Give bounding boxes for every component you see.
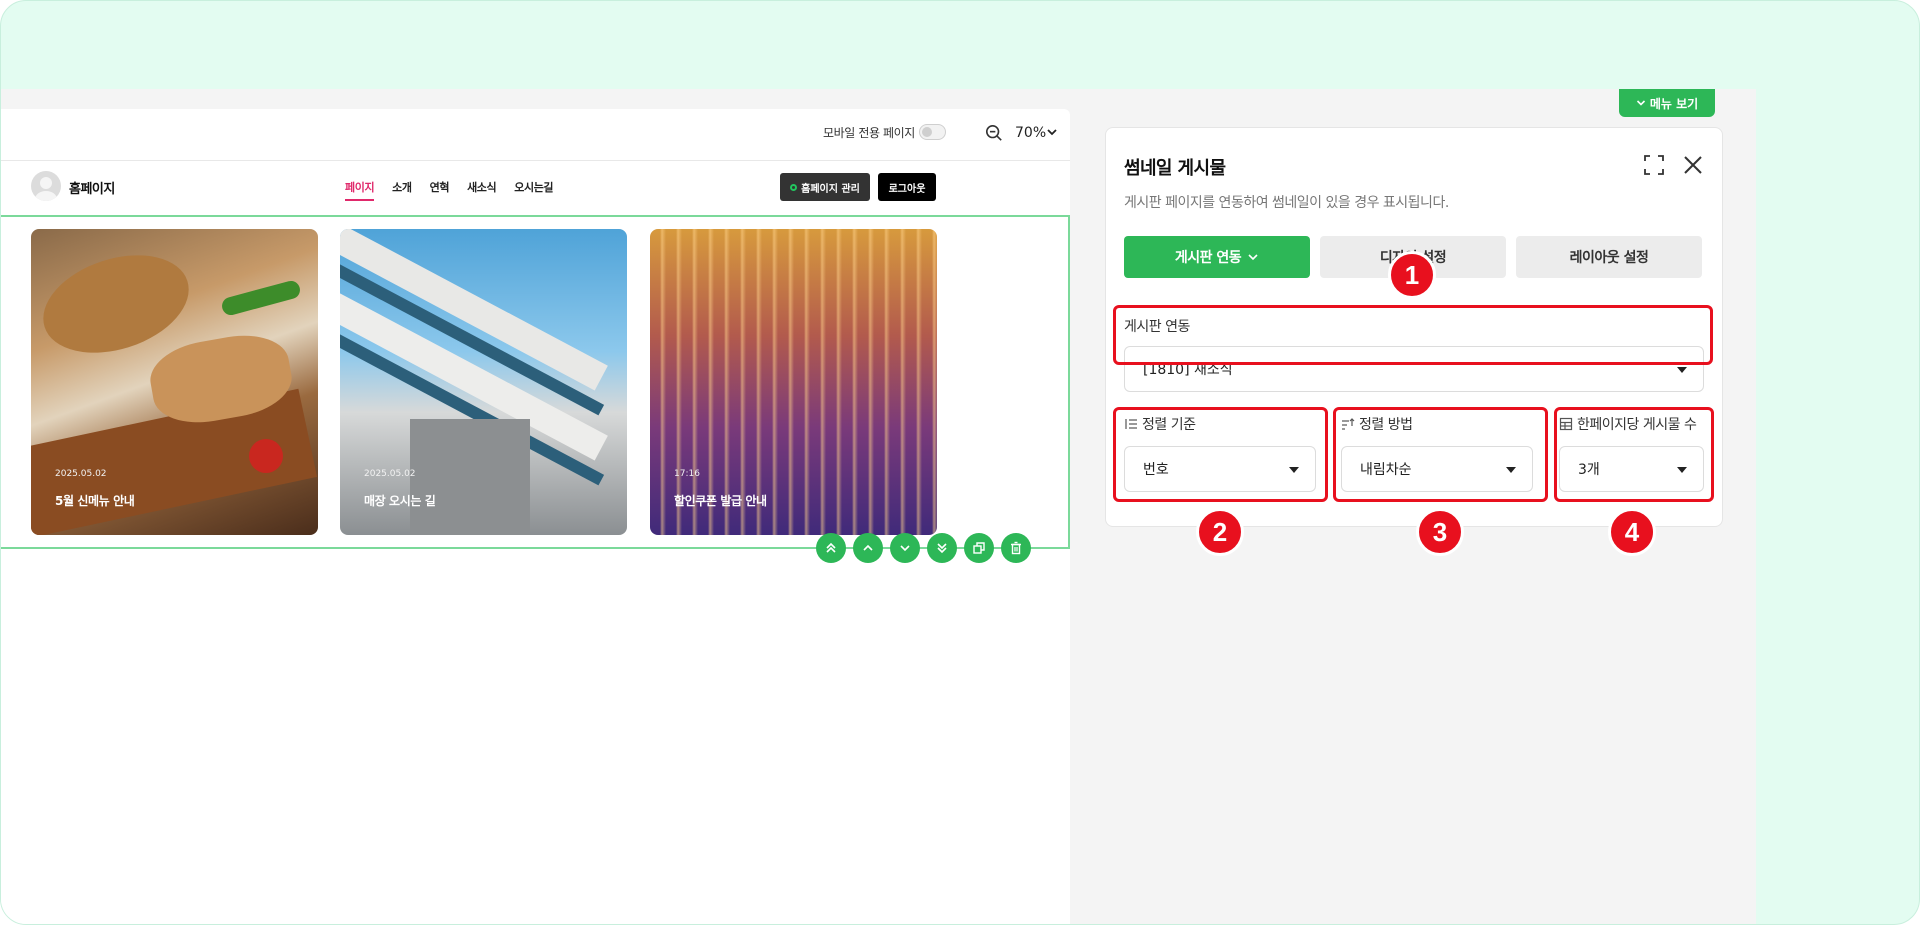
canvas-toolbar: 모바일 전용 페이지 70% xyxy=(1,109,1070,161)
site-header: 홈페이지 페이지 소개 연혁 새소식 오시는길 홈페이지 관리 로그아웃 xyxy=(1,161,1070,215)
homepage-manage-button[interactable]: 홈페이지 관리 xyxy=(780,173,870,201)
thumbnail-card[interactable]: 17:16 할인쿠폰 발급 안내 xyxy=(650,229,937,535)
annotation-badge-4: 4 xyxy=(1608,508,1656,556)
nav-item-news[interactable]: 새소식 xyxy=(467,179,497,195)
homepage-manage-label: 홈페이지 관리 xyxy=(801,183,860,195)
chevron-down-icon[interactable] xyxy=(1046,126,1058,138)
menu-view-label: 메뉴 보기 xyxy=(1649,96,1699,111)
toggle-knob xyxy=(922,127,932,137)
logout-button[interactable]: 로그아웃 xyxy=(878,173,936,201)
tab-layout-settings[interactable]: 레이아웃 설정 xyxy=(1516,236,1702,278)
mobile-page-toggle[interactable] xyxy=(919,124,946,140)
chevron-down-icon xyxy=(900,545,910,552)
card-image-pattern xyxy=(650,229,937,535)
thumbnail-card[interactable]: 2025.05.02 5월 신메뉴 안내 xyxy=(31,229,318,535)
zoom-level[interactable]: 70% xyxy=(1015,125,1046,141)
trash-icon xyxy=(1011,541,1021,555)
menu-view-button[interactable]: 메뉴 보기 xyxy=(1619,89,1715,117)
card-date: 2025.05.02 xyxy=(55,469,107,479)
card-title: 5월 신메뉴 안내 xyxy=(55,494,135,508)
card-title: 할인쿠폰 발급 안내 xyxy=(674,494,767,508)
chevron-down-icon xyxy=(1248,254,1258,261)
move-up-button[interactable] xyxy=(853,533,883,563)
move-down-button[interactable] xyxy=(890,533,920,563)
nav-item-history[interactable]: 연혁 xyxy=(430,179,450,195)
card-image-pepper xyxy=(220,278,302,318)
expand-icon[interactable] xyxy=(1643,154,1665,176)
duplicate-button[interactable] xyxy=(964,533,994,563)
annotation-badge-3: 3 xyxy=(1416,508,1464,556)
tab-board-link[interactable]: 게시판 연동 xyxy=(1124,236,1310,278)
caret-down-icon xyxy=(1677,367,1687,373)
gear-icon xyxy=(790,183,798,191)
copy-icon xyxy=(973,542,985,554)
nav-item-about[interactable]: 소개 xyxy=(392,179,412,195)
panel-title: 썸네일 게시물 xyxy=(1124,158,1226,179)
delete-button[interactable] xyxy=(1001,533,1031,563)
double-chevron-up-icon xyxy=(826,542,836,553)
double-chevron-down-icon xyxy=(937,543,947,554)
card-image-tomato xyxy=(249,439,283,473)
chevron-down-icon xyxy=(1636,100,1645,106)
tab-board-link-label: 게시판 연동 xyxy=(1174,250,1242,266)
site-name: 홈페이지 xyxy=(69,182,115,197)
user-icon xyxy=(35,177,57,201)
panel-description: 게시판 페이지를 연동하여 썸네일이 있을 경우 표시됩니다. xyxy=(1124,195,1449,211)
nav-item-page[interactable]: 페이지 xyxy=(345,179,375,201)
nav-item-directions[interactable]: 오시는길 xyxy=(514,179,553,195)
avatar xyxy=(31,171,61,201)
move-bottom-button[interactable] xyxy=(927,533,957,563)
chevron-up-icon xyxy=(863,544,873,551)
card-image-building xyxy=(410,419,530,535)
move-top-button[interactable] xyxy=(816,533,846,563)
highlight-box-1 xyxy=(1113,305,1713,365)
section-toolbar xyxy=(816,533,1031,563)
thumbnail-card[interactable]: 2025.05.02 매장 오시는 길 xyxy=(340,229,627,535)
mobile-page-label: 모바일 전용 페이지 xyxy=(823,126,915,140)
zoom-out-icon[interactable] xyxy=(985,124,1003,142)
preview-canvas: 모바일 전용 페이지 70% 홈페이지 페이지 소개 연혁 새소식 오시는길 홈… xyxy=(1,109,1070,924)
highlight-box-4 xyxy=(1554,407,1714,502)
close-icon[interactable] xyxy=(1682,154,1704,176)
card-date: 17:16 xyxy=(674,469,700,479)
highlight-box-2 xyxy=(1113,407,1328,502)
app-frame: 모바일 전용 페이지 70% 홈페이지 페이지 소개 연혁 새소식 오시는길 홈… xyxy=(0,0,1920,925)
annotation-badge-2: 2 xyxy=(1196,508,1244,556)
card-title: 매장 오시는 길 xyxy=(364,494,436,508)
card-date: 2025.05.02 xyxy=(364,469,416,479)
site-nav: 페이지 소개 연혁 새소식 오시는길 xyxy=(345,179,554,201)
highlight-box-3 xyxy=(1333,407,1548,502)
annotation-badge-1: 1 xyxy=(1388,251,1436,299)
